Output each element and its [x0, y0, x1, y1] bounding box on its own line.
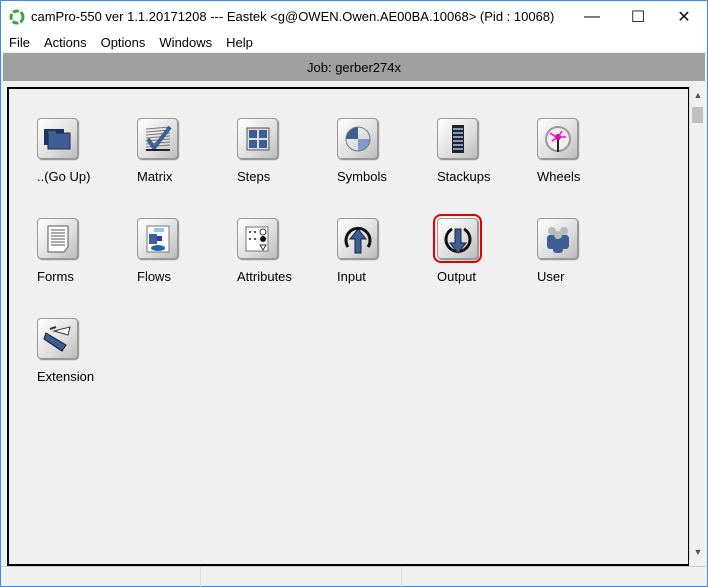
scroll-thumb[interactable] — [692, 107, 703, 123]
tile-user[interactable]: User — [537, 218, 627, 284]
tile-label: User — [537, 269, 565, 284]
entity-panel: ..(Go Up) Matrix Steps Symbols Stackups Wheel… — [7, 87, 689, 566]
menu-help[interactable]: Help — [226, 35, 253, 50]
forms-button[interactable] — [37, 218, 78, 259]
symbols-icon — [345, 126, 370, 151]
tile-label: Wheels — [537, 169, 581, 184]
status-bar — [1, 566, 707, 587]
tile-symbols[interactable]: Symbols — [337, 118, 427, 184]
attributes-icon — [245, 226, 268, 251]
close-button[interactable]: ✕ — [661, 1, 707, 32]
wheels-button[interactable] — [537, 118, 578, 159]
tile-label: Output — [437, 269, 477, 284]
status-segment — [201, 567, 402, 587]
tile-attributes[interactable]: Attributes — [237, 218, 327, 284]
tile-label: Flows — [137, 269, 171, 284]
forms-icon — [47, 225, 68, 252]
menu-options[interactable]: Options — [101, 35, 146, 50]
tile-matrix[interactable]: Matrix — [137, 118, 227, 184]
scroll-down-icon[interactable]: ▼ — [690, 544, 706, 560]
title-bar: camPro-550 ver 1.1.20171208 --- Eastek <… — [1, 1, 707, 32]
extension-button[interactable] — [37, 318, 78, 359]
tile-label: Input — [337, 269, 366, 284]
matrix-icon — [145, 125, 172, 151]
app-logo-icon — [9, 9, 25, 24]
folder-up-button[interactable] — [37, 118, 78, 159]
menu-file[interactable]: File — [9, 35, 30, 50]
minimize-button[interactable]: — — [569, 1, 615, 32]
job-bar: Job: gerber274x — [3, 53, 705, 81]
folder-up-icon — [43, 128, 70, 149]
attributes-button[interactable] — [237, 218, 278, 259]
tile-forms[interactable]: Forms — [37, 218, 127, 284]
vertical-scrollbar[interactable]: ▲ ▼ — [689, 87, 705, 560]
stackups-button[interactable] — [437, 118, 478, 159]
tile-label: Matrix — [137, 169, 173, 184]
flows-icon — [146, 225, 169, 252]
tile-label: ..(Go Up) — [37, 169, 91, 184]
window-title: camPro-550 ver 1.1.20171208 --- Eastek <… — [31, 9, 555, 24]
status-segment — [1, 567, 201, 587]
tile-extension[interactable]: Extension — [37, 318, 127, 384]
app-window: camPro-550 ver 1.1.20171208 --- Eastek <… — [0, 0, 708, 587]
user-icon — [546, 226, 569, 253]
tile-input[interactable]: Input — [337, 218, 427, 284]
extension-icon — [42, 325, 71, 352]
scroll-up-icon[interactable]: ▲ — [690, 87, 706, 103]
tile-label: Steps — [237, 169, 271, 184]
menu-windows[interactable]: Windows — [159, 35, 212, 50]
output-icon — [444, 227, 471, 254]
tile-output[interactable]: Output — [433, 214, 527, 284]
job-label: Job: gerber274x — [307, 59, 401, 75]
tile-steps[interactable]: Steps — [237, 118, 327, 184]
steps-button[interactable] — [237, 118, 278, 159]
tile-label: Attributes — [237, 269, 292, 284]
symbols-button[interactable] — [337, 118, 378, 159]
tile-label: Extension — [37, 369, 95, 384]
user-button[interactable] — [537, 218, 578, 259]
maximize-button[interactable]: ☐ — [615, 1, 661, 32]
menu-bar: File Actions Options Windows Help — [1, 32, 707, 52]
tile-label: Forms — [37, 269, 74, 284]
output-button[interactable] — [433, 214, 482, 263]
input-icon — [344, 226, 371, 253]
stackups-icon — [451, 124, 464, 153]
tile-wheels[interactable]: Wheels — [537, 118, 627, 184]
steps-icon — [246, 127, 269, 150]
tile-label: Stackups — [437, 169, 491, 184]
tile-label: Symbols — [337, 169, 387, 184]
flows-button[interactable] — [137, 218, 178, 259]
menu-actions[interactable]: Actions — [44, 35, 87, 50]
matrix-button[interactable] — [137, 118, 178, 159]
tile-flows[interactable]: Flows — [137, 218, 227, 284]
tile-stackups[interactable]: Stackups — [437, 118, 527, 184]
status-segment — [402, 567, 707, 587]
wheels-icon — [544, 125, 571, 152]
tile-goup[interactable]: ..(Go Up) — [37, 118, 127, 184]
input-button[interactable] — [337, 218, 378, 259]
